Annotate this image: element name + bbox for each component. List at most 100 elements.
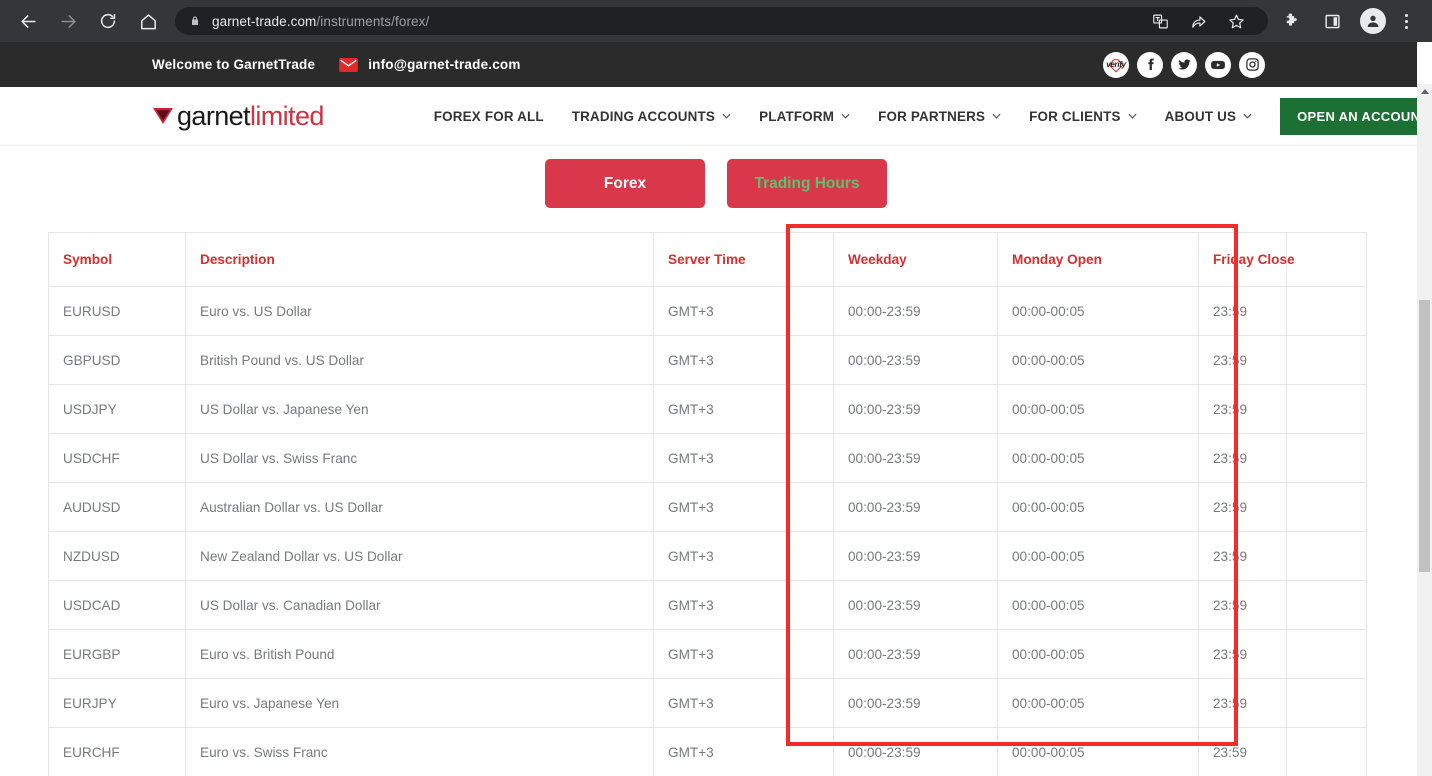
cell-monday-open: 00:00-00:05 xyxy=(997,678,1199,728)
cell-friday-close: 23:59 xyxy=(1198,531,1287,581)
cell-description: Euro vs. Japanese Yen xyxy=(185,678,654,728)
column-header-monday-open[interactable]: Monday Open xyxy=(997,232,1199,287)
cell-spacer xyxy=(1286,286,1367,336)
scroll-up-arrow-icon[interactable] xyxy=(1417,84,1432,99)
nav-item-about-us[interactable]: ABOUT US xyxy=(1165,109,1253,124)
cell-symbol: USDCAD xyxy=(48,580,186,630)
cell-description: Euro vs. US Dollar xyxy=(185,286,654,336)
column-header-symbol[interactable]: Symbol xyxy=(48,232,186,287)
site-logo-text: garnetlimited xyxy=(177,101,324,132)
nav-label: FOR CLIENTS xyxy=(1029,108,1121,124)
cell-monday-open: 00:00-00:05 xyxy=(997,433,1199,483)
url-text: garnet-trade.com/instruments/forex/ xyxy=(212,14,429,29)
cell-friday-close: 23:59 xyxy=(1198,629,1287,679)
browser-toolbar: garnet-trade.com/instruments/forex/ xyxy=(0,0,1432,42)
open-an-account-button[interactable]: OPEN AN ACCOUNT xyxy=(1280,97,1432,135)
scrollbar-thumb[interactable] xyxy=(1419,300,1430,572)
cell-symbol: EURJPY xyxy=(48,678,186,728)
cell-symbol: AUDUSD xyxy=(48,482,186,532)
cell-weekday: 00:00-23:59 xyxy=(833,384,998,434)
back-arrow-icon[interactable] xyxy=(13,6,43,36)
cell-monday-open: 00:00-00:05 xyxy=(997,727,1199,776)
verify-badge-label: verify xyxy=(1106,60,1126,69)
table-row: USDCAD US Dollar vs. Canadian Dollar GMT… xyxy=(48,580,1367,630)
column-header-friday-close[interactable]: Friday Close xyxy=(1198,232,1295,287)
nav-item-forex-for-all[interactable]: FOREX FOR ALL xyxy=(434,109,544,124)
column-header-description[interactable]: Description xyxy=(185,232,654,287)
verify-badge-icon[interactable]: verify xyxy=(1103,51,1129,78)
nav-item-trading-accounts[interactable]: TRADING ACCOUNTS xyxy=(572,109,731,124)
page-viewport: Welcome to GarnetTrade info@garnet-trade… xyxy=(0,42,1432,776)
cell-spacer xyxy=(1286,482,1367,532)
nav-label: PLATFORM xyxy=(759,108,835,124)
cell-symbol: GBPUSD xyxy=(48,335,186,385)
cell-spacer xyxy=(1286,727,1367,776)
twitter-icon[interactable] xyxy=(1171,51,1197,78)
cell-monday-open: 00:00-00:05 xyxy=(997,286,1199,336)
cell-symbol: EURGBP xyxy=(48,629,186,679)
cell-server-time: GMT+3 xyxy=(653,286,834,336)
table-row: NZDUSD New Zealand Dollar vs. US Dollar … xyxy=(48,531,1367,581)
cell-friday-close: 23:59 xyxy=(1198,678,1287,728)
cell-server-time: GMT+3 xyxy=(653,727,834,776)
home-icon[interactable] xyxy=(133,6,163,36)
table-row: EURGBP Euro vs. British Pound GMT+3 00:0… xyxy=(48,629,1367,679)
nav-item-for-partners[interactable]: FOR PARTNERS xyxy=(878,109,1001,124)
cell-server-time: GMT+3 xyxy=(653,335,834,385)
address-bar[interactable]: garnet-trade.com/instruments/forex/ xyxy=(175,7,1268,35)
cell-friday-close: 23:59 xyxy=(1198,286,1287,336)
forward-arrow-icon[interactable] xyxy=(53,6,83,36)
page-scrollbar[interactable] xyxy=(1417,84,1432,776)
tab-forex[interactable]: Forex xyxy=(545,159,705,208)
column-header-weekday[interactable]: Weekday xyxy=(833,232,998,287)
table-row: GBPUSD British Pound vs. US Dollar GMT+3… xyxy=(48,335,1367,385)
nav-label: FOR PARTNERS xyxy=(878,108,986,124)
logo-primary-text: garnet xyxy=(177,100,251,131)
cell-friday-close: 23:59 xyxy=(1198,384,1287,434)
cell-friday-close: 23:59 xyxy=(1198,580,1287,630)
instagram-icon[interactable] xyxy=(1239,51,1265,78)
garnet-gem-icon xyxy=(152,104,174,128)
nav-item-platform[interactable]: PLATFORM xyxy=(759,109,850,124)
puzzle-piece-icon[interactable] xyxy=(1277,6,1307,36)
cell-monday-open: 00:00-00:05 xyxy=(997,384,1199,434)
logo-secondary-text: limited xyxy=(249,100,324,131)
youtube-icon[interactable] xyxy=(1205,51,1231,78)
three-dot-menu-icon[interactable] xyxy=(1394,13,1418,29)
cell-weekday: 00:00-23:59 xyxy=(833,433,998,483)
cell-spacer xyxy=(1286,629,1367,679)
cell-weekday: 00:00-23:59 xyxy=(833,727,998,776)
nav-item-for-clients[interactable]: FOR CLIENTS xyxy=(1029,108,1137,124)
cell-server-time: GMT+3 xyxy=(653,678,834,728)
site-logo[interactable]: garnetlimited xyxy=(152,101,324,132)
share-icon[interactable] xyxy=(1183,6,1213,36)
facebook-icon[interactable] xyxy=(1137,51,1163,78)
column-header-server-time[interactable]: Server Time xyxy=(653,232,834,287)
cell-friday-close: 23:59 xyxy=(1198,727,1287,776)
cell-description: Euro vs. Swiss Franc xyxy=(185,727,654,776)
welcome-text: Welcome to GarnetTrade xyxy=(152,57,316,72)
cell-server-time: GMT+3 xyxy=(653,580,834,630)
cell-spacer xyxy=(1286,678,1367,728)
social-links: verify xyxy=(1103,51,1265,78)
cell-monday-open: 00:00-00:05 xyxy=(997,629,1199,679)
tab-trading-hours[interactable]: Trading Hours xyxy=(727,159,887,208)
contact-email-row[interactable]: info@garnet-trade.com xyxy=(339,57,520,72)
url-domain: garnet-trade.com xyxy=(212,13,317,29)
profile-avatar-icon[interactable] xyxy=(1360,8,1386,34)
table-head: Symbol Description Server Time Weekday M… xyxy=(48,232,1367,287)
cell-monday-open: 00:00-00:05 xyxy=(997,531,1199,581)
cell-spacer xyxy=(1286,531,1367,581)
translate-icon[interactable] xyxy=(1145,6,1175,36)
chevron-down-icon xyxy=(1128,113,1137,119)
chevron-down-icon xyxy=(722,113,731,119)
side-panel-icon[interactable] xyxy=(1317,6,1347,36)
cell-monday-open: 00:00-00:05 xyxy=(997,580,1199,630)
star-icon[interactable] xyxy=(1221,6,1251,36)
column-header-spacer xyxy=(1286,232,1367,287)
chevron-down-icon xyxy=(841,113,850,119)
table-row: AUDUSD Australian Dollar vs. US Dollar G… xyxy=(48,482,1367,532)
reload-icon[interactable] xyxy=(93,6,123,36)
table-row: EURUSD Euro vs. US Dollar GMT+3 00:00-23… xyxy=(48,286,1367,336)
cell-monday-open: 00:00-00:05 xyxy=(997,335,1199,385)
